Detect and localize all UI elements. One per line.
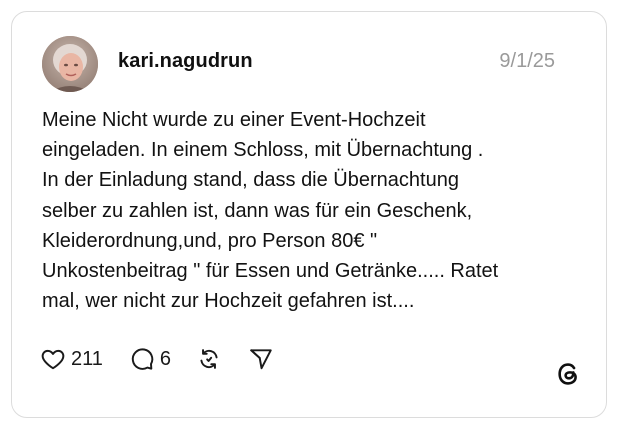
send-icon xyxy=(250,349,272,370)
avatar[interactable] xyxy=(42,36,98,92)
avatar-photo xyxy=(42,36,98,92)
post-card: kari.nagudrun 9/1/25 Meine Nicht wurde z… xyxy=(11,11,607,418)
comment-icon xyxy=(131,348,154,370)
like-button[interactable]: 211 xyxy=(40,346,103,372)
action-bar: 211 6 xyxy=(40,344,274,374)
like-count: 211 xyxy=(71,347,103,370)
reply-count: 6 xyxy=(159,347,172,370)
heart-icon xyxy=(41,349,65,370)
reply-button[interactable]: 6 xyxy=(129,346,171,372)
repost-icon xyxy=(200,349,218,369)
repost-button[interactable] xyxy=(196,346,222,372)
username[interactable]: kari.nagudrun xyxy=(118,50,253,73)
share-button[interactable] xyxy=(248,346,274,372)
post-date: 9/1/25 xyxy=(499,50,555,72)
threads-logo-icon[interactable] xyxy=(555,361,581,387)
post-text: Meine Nicht wurde zu einer Event-Hochzei… xyxy=(42,109,499,313)
